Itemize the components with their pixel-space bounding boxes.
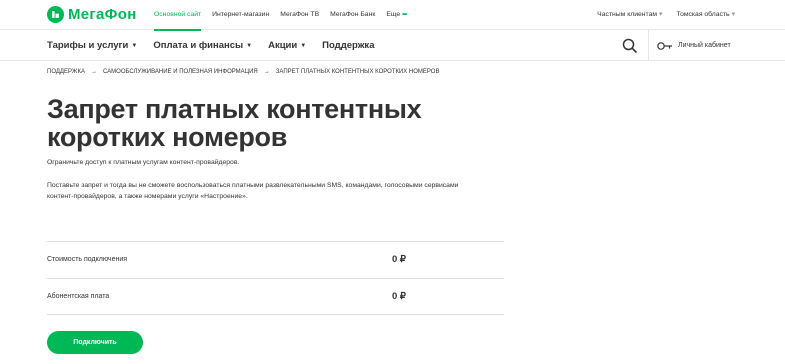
main-nav: Тарифы и услуги ▼ Оплата и финансы ▼ Акции… — [0, 30, 785, 61]
chevron-down-icon: ▼ — [300, 43, 307, 49]
breadcrumb: ПОДДЕРЖКА → САМООБСЛУЖИВАНИЕ И ПОЛЕЗНАЯ … — [47, 69, 439, 75]
breadcrumb-item-current: ЗАПРЕТ ПЛАТНЫХ КОНТЕНТНЫХ КОРОТКИХ НОМЕР… — [275, 69, 440, 75]
page-title-line1: Запрет платных контентных — [47, 94, 422, 124]
top-nav-shop[interactable]: Интернет-магазин — [212, 0, 269, 30]
price-label: Стоимость подключения — [47, 256, 128, 263]
top-nav: Основной сайт Интернет-магазин МегаФон Т… — [154, 0, 417, 31]
page-description: Поставьте запрет и тогда вы не сможете в… — [47, 180, 507, 202]
price-label: Абонентская плата — [47, 293, 110, 300]
personal-account-link[interactable]: Личный кабинет — [657, 30, 731, 61]
main-nav-tariffs-label: Тарифы и услуги — [47, 40, 129, 51]
top-nav-more-label: Еще — [386, 11, 401, 18]
personal-account-label: Личный кабинет — [678, 42, 731, 49]
connect-button[interactable]: Подключить — [47, 331, 143, 354]
top-nav-main-site[interactable]: Основной сайт — [154, 0, 202, 31]
breadcrumb-item-selfservice[interactable]: САМООБСЛУЖИВАНИЕ И ПОЛЕЗНАЯ ИНФОРМАЦИЯ — [103, 69, 258, 75]
description-line1: Поставьте запрет и тогда вы не сможете в… — [47, 182, 459, 189]
megafon-logo-icon — [47, 6, 64, 23]
top-nav-more[interactable]: Еще ••• — [386, 0, 407, 30]
region-label: Томская область — [676, 11, 730, 18]
top-bar: МегаФон Основной сайт Интернет-магазин М… — [0, 0, 785, 31]
arrow-right-icon: → — [263, 69, 270, 75]
page-title-line2: коротких номеров — [47, 122, 288, 152]
top-nav-tv[interactable]: МегаФон ТВ — [280, 0, 319, 30]
key-icon — [657, 41, 672, 50]
nav-divider — [648, 30, 649, 61]
chevron-down-icon: ▼ — [131, 43, 138, 49]
main-nav-items: Тарифы и услуги ▼ Оплата и финансы ▼ Акции… — [47, 30, 390, 61]
more-dots-icon: ••• — [402, 11, 407, 18]
megafon-logo[interactable]: МегаФон — [47, 6, 137, 23]
chevron-down-icon: ▼ — [246, 43, 253, 49]
description-line2: контент-провайдеров, а также номерами ус… — [47, 193, 248, 200]
chevron-down-icon: ▾ — [659, 11, 663, 18]
price-value: 0 ₽ — [392, 291, 406, 302]
region-selector[interactable]: Томская область ▾ — [676, 0, 735, 30]
breadcrumb-item-support[interactable]: ПОДДЕРЖКА — [47, 69, 85, 75]
main-nav-payment[interactable]: Оплата и финансы ▼ — [153, 30, 252, 61]
main-nav-promos-label: Акции — [268, 40, 298, 51]
price-table: Стоимость подключения 0 ₽ Абонентская пл… — [47, 241, 504, 315]
logo-text: МегаФон — [68, 6, 137, 23]
search-icon[interactable] — [622, 38, 638, 54]
main-nav-support[interactable]: Поддержка — [322, 30, 374, 61]
chevron-down-icon: ▾ — [731, 11, 735, 18]
main-nav-tariffs[interactable]: Тарифы и услуги ▼ — [47, 30, 137, 61]
clients-label: Частным клиентам — [597, 11, 658, 18]
table-row: Стоимость подключения 0 ₽ — [47, 241, 504, 278]
page-lead: Ограничьте доступ к платным услугам конт… — [47, 159, 240, 166]
main-nav-promos[interactable]: Акции ▼ — [268, 30, 306, 61]
main-nav-payment-label: Оплата и финансы — [153, 40, 244, 51]
clients-selector[interactable]: Частным клиентам ▾ — [597, 0, 662, 30]
table-row: Абонентская плата 0 ₽ — [47, 278, 504, 315]
page-title: Запрет платных контентных коротких номер… — [47, 95, 507, 151]
top-nav-bank[interactable]: МегаФон Банк — [330, 0, 375, 30]
top-right: Частным клиентам ▾ Томская область ▾ — [583, 0, 735, 30]
price-value: 0 ₽ — [392, 254, 406, 265]
arrow-right-icon: → — [90, 69, 97, 75]
